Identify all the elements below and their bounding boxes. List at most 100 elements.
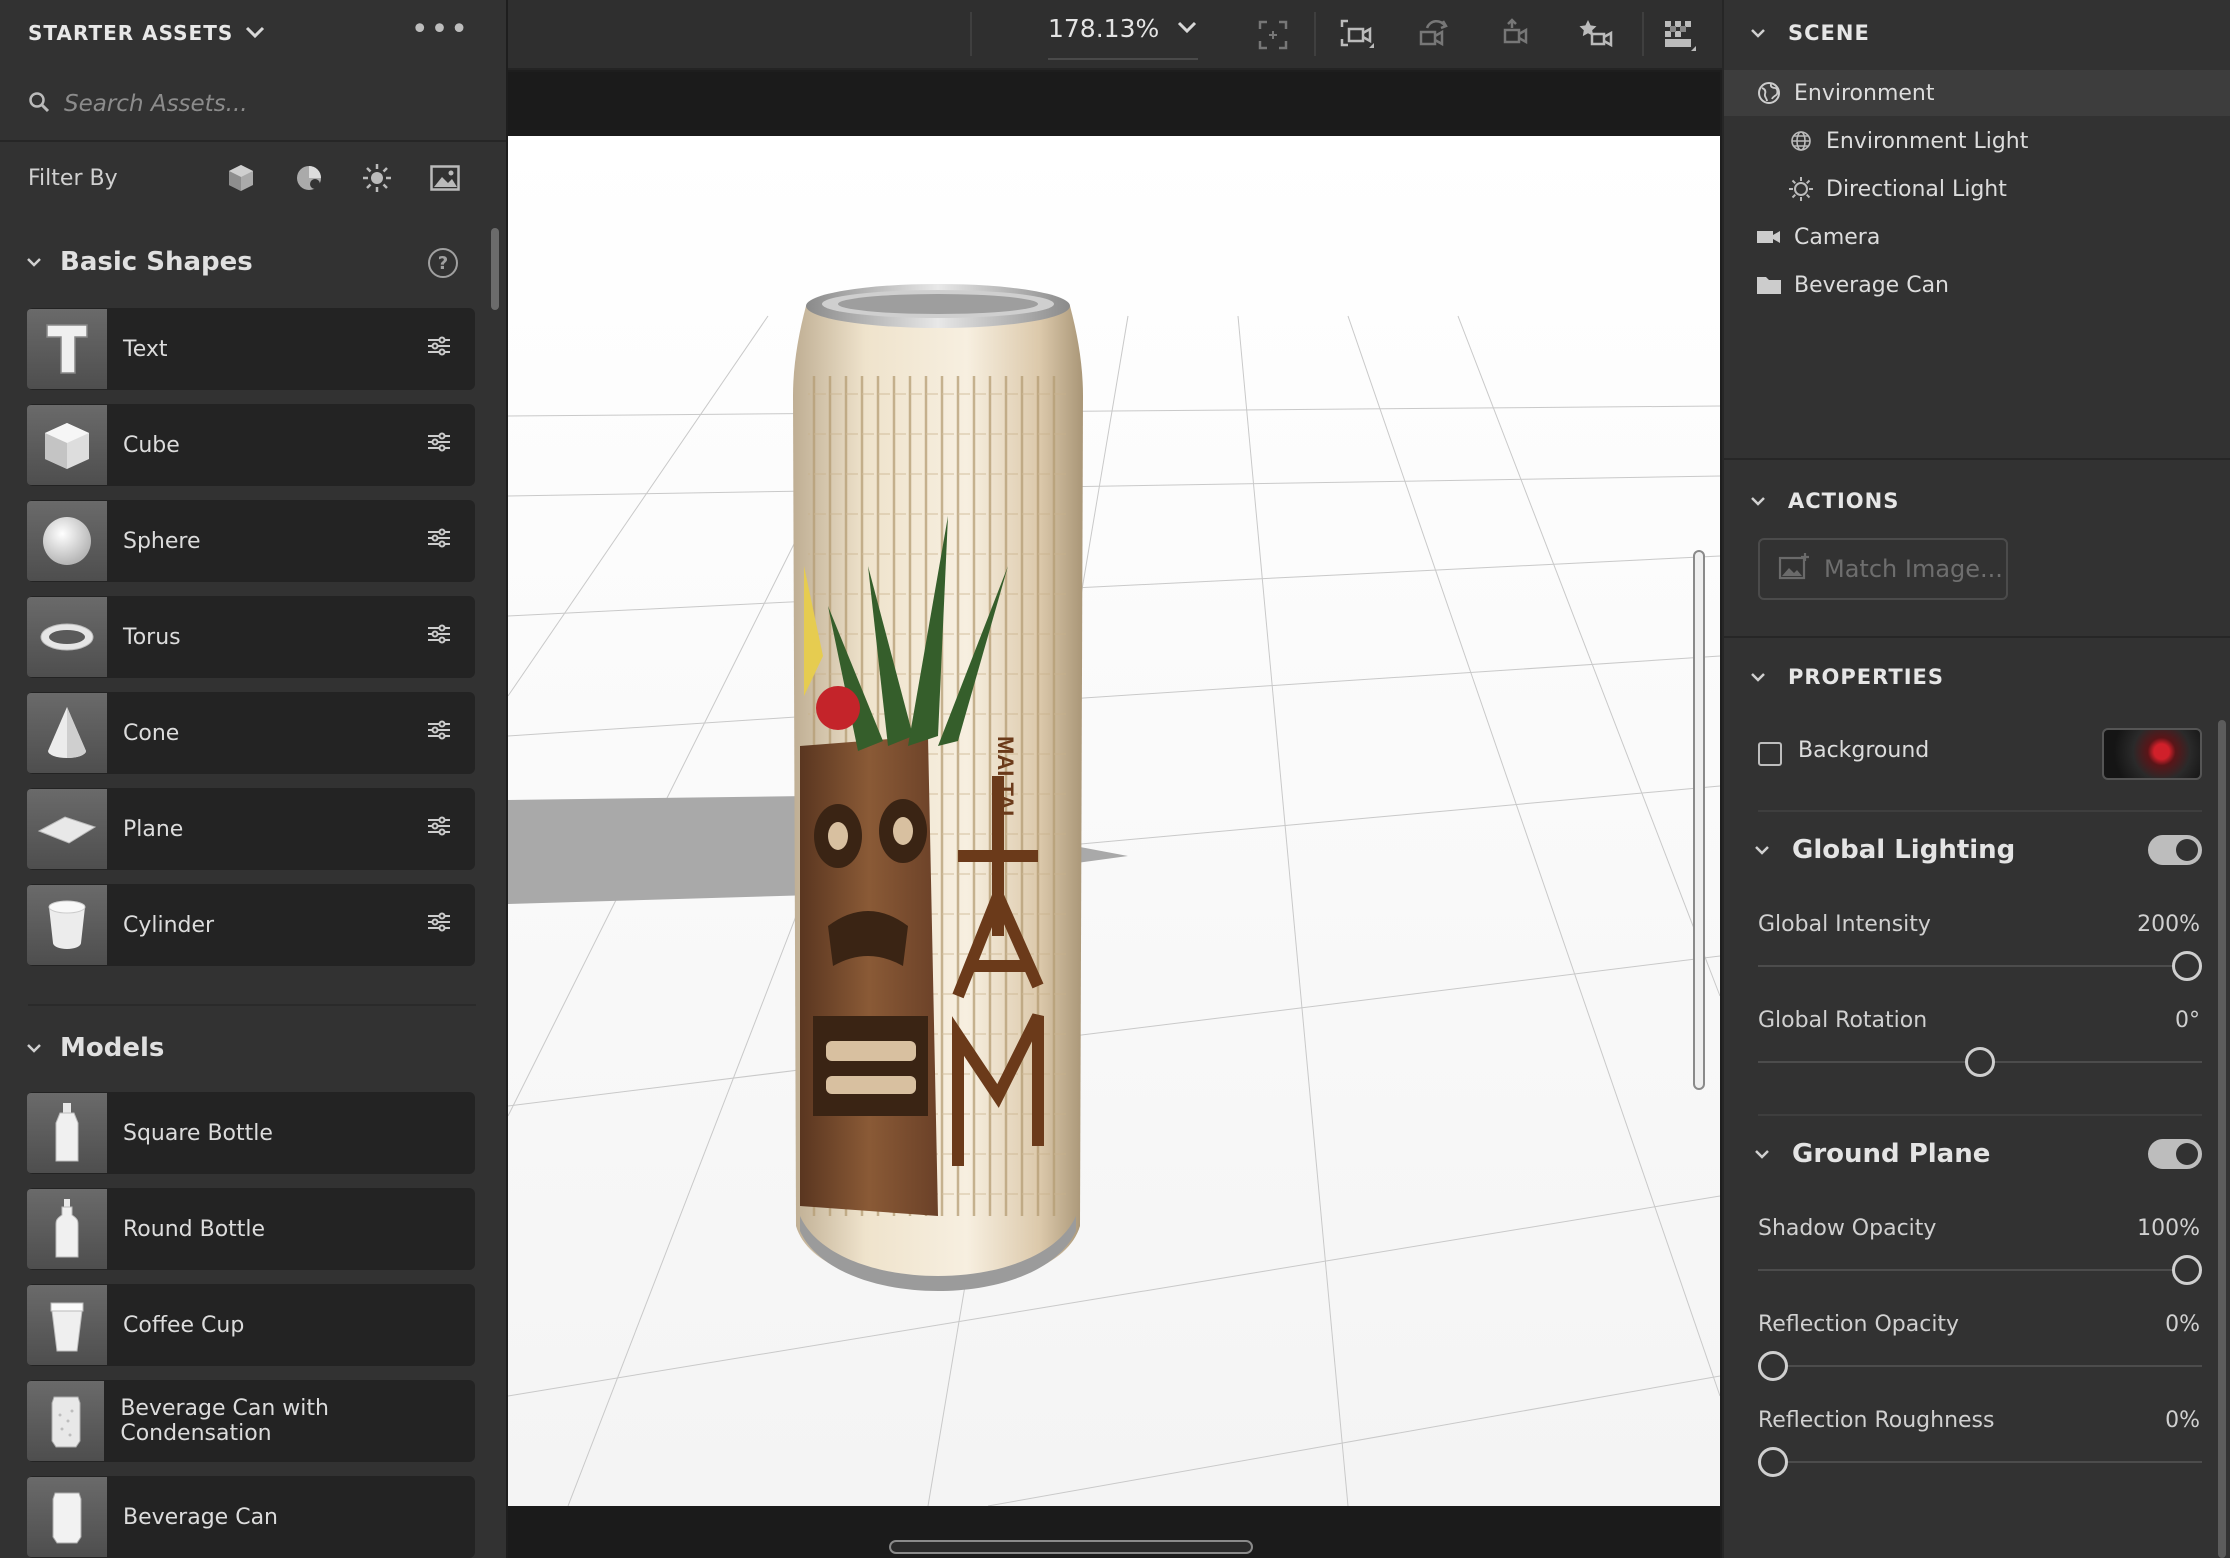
actions-section-header[interactable]: ACTIONS xyxy=(1750,484,1899,518)
asset-label: Torus xyxy=(123,624,181,650)
more-options-icon[interactable]: ••• xyxy=(411,15,470,45)
viewport-horizontal-scrollbar[interactable] xyxy=(889,1540,1253,1554)
cube-icon[interactable] xyxy=(224,161,258,195)
reflection-roughness-track[interactable] xyxy=(1758,1461,2202,1463)
asset-item-torus[interactable]: Torus xyxy=(27,596,475,678)
panel-title: STARTER ASSETS xyxy=(28,21,234,45)
round-bottle-icon xyxy=(27,1189,107,1269)
scene-item-directional-light[interactable]: Directional Light xyxy=(1724,166,2230,212)
asset-label: Cube xyxy=(123,432,180,458)
asset-item-square-bottle[interactable]: Square Bottle xyxy=(27,1092,475,1174)
render-grid-icon[interactable] xyxy=(1658,14,1700,56)
models-section-header[interactable]: Models xyxy=(26,1028,164,1068)
adjust-settings-icon[interactable] xyxy=(427,432,451,456)
divider xyxy=(28,1004,476,1006)
starter-assets-panel: STARTER ASSETS ••• Filter By xyxy=(0,0,506,1558)
adjust-settings-icon[interactable] xyxy=(427,624,451,648)
reflection-opacity-value: 0% xyxy=(2165,1312,2200,1337)
global-intensity-thumb[interactable] xyxy=(2172,951,2202,981)
asset-label: Coffee Cup xyxy=(123,1312,245,1338)
background-checkbox[interactable] xyxy=(1758,742,1782,766)
shadow-opacity-thumb[interactable] xyxy=(2172,1255,2202,1285)
camera-move-icon[interactable] xyxy=(1496,14,1538,56)
asset-item-cylinder[interactable]: Cylinder xyxy=(27,884,475,966)
reflection-roughness-thumb[interactable] xyxy=(1758,1447,1788,1477)
scene-item-camera[interactable]: Camera xyxy=(1724,214,2230,260)
ground-plane-toggle[interactable] xyxy=(2148,1139,2202,1169)
basic-shapes-section-header[interactable]: Basic Shapes xyxy=(26,242,253,282)
adjust-settings-icon[interactable] xyxy=(427,816,451,840)
filter-label: Filter By xyxy=(28,165,118,191)
properties-section-header[interactable]: PROPERTIES xyxy=(1750,660,1944,694)
divider xyxy=(1758,810,2202,812)
asset-label: Cone xyxy=(123,720,180,746)
scene-item-environment[interactable]: Environment xyxy=(1724,70,2230,116)
search-input[interactable] xyxy=(64,91,464,117)
match-image-button[interactable]: Match Image... xyxy=(1758,538,2008,600)
reflection-opacity-track[interactable] xyxy=(1758,1365,2202,1367)
global-rotation-thumb[interactable] xyxy=(1965,1047,1995,1077)
asset-item-text[interactable]: Text xyxy=(27,308,475,390)
global-intensity-value: 200% xyxy=(2137,912,2200,937)
camera-star-icon[interactable] xyxy=(1576,14,1618,56)
cone-shape-icon xyxy=(27,693,107,773)
asset-item-cube[interactable]: Cube xyxy=(27,404,475,486)
match-image-label: Match Image... xyxy=(1824,555,2003,583)
viewport-vertical-scrollbar[interactable] xyxy=(1693,550,1705,1090)
adjust-settings-icon[interactable] xyxy=(427,720,451,744)
asset-item-sphere[interactable]: Sphere xyxy=(27,500,475,582)
asset-item-plane[interactable]: Plane xyxy=(27,788,475,870)
global-intensity-label: Global Intensity xyxy=(1758,912,1931,937)
asset-label: Cylinder xyxy=(123,912,215,938)
scene-item-beverage-can[interactable]: Beverage Can xyxy=(1724,262,2230,308)
zoom-underline xyxy=(1048,58,1198,60)
cube-shape-icon xyxy=(27,405,107,485)
chevron-down-icon xyxy=(26,253,42,272)
globe-icon xyxy=(1754,78,1784,108)
camera-rotate-icon[interactable] xyxy=(1414,14,1456,56)
camera-frame-icon[interactable] xyxy=(1336,14,1378,56)
search-icon xyxy=(28,91,50,117)
3d-viewport[interactable]: MAI TAI xyxy=(508,136,1720,1506)
asset-item-beverage-can[interactable]: Beverage Can xyxy=(27,1476,475,1558)
coffee-cup-icon xyxy=(27,1285,107,1365)
beverage-can-icon xyxy=(27,1477,107,1557)
starter-assets-header[interactable]: STARTER ASSETS xyxy=(28,18,265,48)
right-panel-scrollbar[interactable] xyxy=(2218,720,2226,1558)
beverage-can-condensation-icon xyxy=(27,1381,105,1461)
image-icon[interactable] xyxy=(428,161,462,195)
asset-item-cone[interactable]: Cone xyxy=(27,692,475,774)
global-lighting-toggle[interactable] xyxy=(2148,835,2202,865)
global-intensity-track[interactable] xyxy=(1758,965,2202,967)
adjust-settings-icon[interactable] xyxy=(427,912,451,936)
scene-item-label: Directional Light xyxy=(1826,176,2007,202)
reflection-opacity-thumb[interactable] xyxy=(1758,1351,1788,1381)
right-panel: SCENE Environment Environment Light Dire… xyxy=(1722,0,2230,1558)
text-shape-icon xyxy=(27,309,107,389)
asset-label: Sphere xyxy=(123,528,201,554)
group-label: Global Lighting xyxy=(1792,835,2016,865)
adjust-settings-icon[interactable] xyxy=(427,528,451,552)
asset-item-coffee-cup[interactable]: Coffee Cup xyxy=(27,1284,475,1366)
help-icon[interactable]: ? xyxy=(428,248,458,278)
reflection-opacity-label: Reflection Opacity xyxy=(1758,1312,1960,1337)
scene-item-environment-light[interactable]: Environment Light xyxy=(1724,118,2230,164)
scene-section-header[interactable]: SCENE xyxy=(1750,16,1870,50)
ground-plane-header[interactable]: Ground Plane xyxy=(1754,1134,1990,1174)
chevron-down-icon xyxy=(1754,841,1770,860)
light-icon[interactable] xyxy=(360,161,394,195)
frame-select-icon[interactable] xyxy=(1252,14,1294,56)
global-lighting-header[interactable]: Global Lighting xyxy=(1754,830,2015,870)
chevron-down-icon xyxy=(1754,1145,1770,1164)
left-panel-scrollbar[interactable] xyxy=(491,228,499,310)
material-icon[interactable] xyxy=(292,161,326,195)
asset-label: Square Bottle xyxy=(123,1120,273,1146)
shadow-opacity-track[interactable] xyxy=(1758,1269,2202,1271)
adjust-settings-icon[interactable] xyxy=(427,336,451,360)
zoom-dropdown[interactable]: 178.13% xyxy=(1048,14,1197,43)
asset-item-beverage-can-condensation[interactable]: Beverage Can with Condensation xyxy=(27,1380,475,1462)
beverage-can-model[interactable]: MAI TAI xyxy=(793,284,1083,1291)
background-thumbnail[interactable] xyxy=(2102,728,2202,780)
torus-shape-icon xyxy=(27,597,107,677)
asset-item-round-bottle[interactable]: Round Bottle xyxy=(27,1188,475,1270)
